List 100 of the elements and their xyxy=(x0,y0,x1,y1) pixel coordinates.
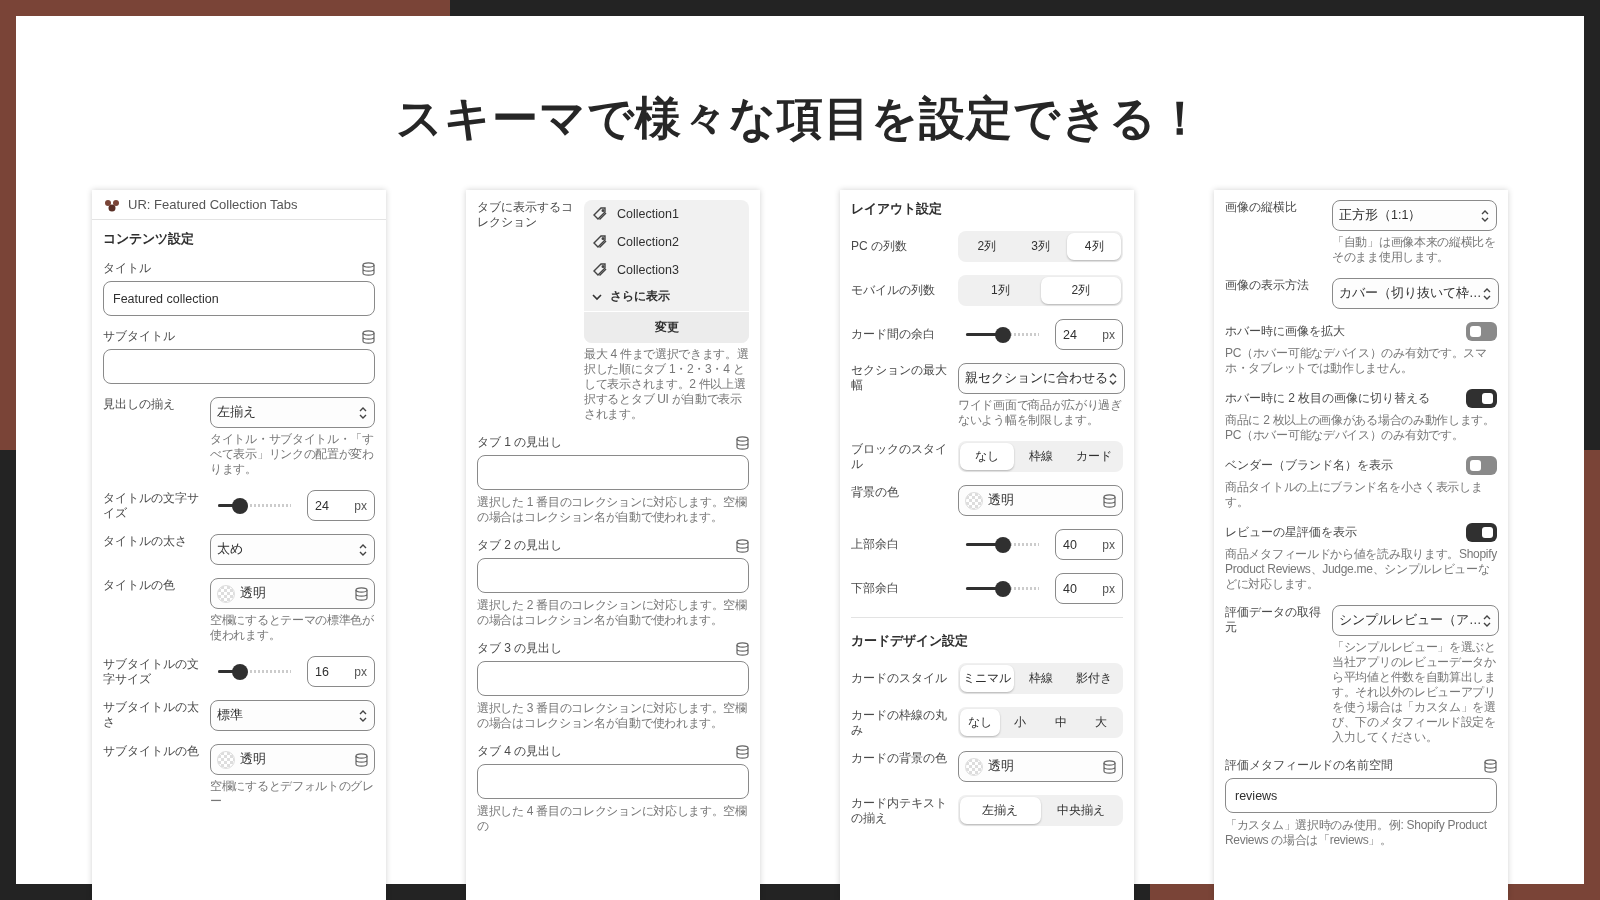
segment-option[interactable]: 2列 xyxy=(960,233,1014,260)
toggle-switch[interactable] xyxy=(1466,523,1497,542)
field-label: カードのスタイル xyxy=(851,671,948,686)
field-label: ホバー時に画像を拡大 xyxy=(1225,324,1345,339)
chevron-up-down-icon xyxy=(1481,286,1492,301)
chevron-up-down-icon xyxy=(358,708,368,723)
segment-option[interactable]: 3列 xyxy=(1013,233,1068,260)
select-field[interactable]: 左揃え xyxy=(210,397,375,428)
field-label: ベンダー（ブランド名）を表示 xyxy=(1225,458,1393,473)
help-text: 空欄にするとテーマの標準色が使われます。 xyxy=(210,613,375,643)
segment-option[interactable]: 左揃え xyxy=(960,797,1041,824)
help-text: タイトル・サブタイトル・「すべて表示」リンクの配置が変わります。 xyxy=(210,432,375,477)
color-field[interactable]: 透明 xyxy=(958,751,1123,782)
segment-option[interactable]: 影付き xyxy=(1067,665,1121,692)
field-label: タイトルの色 xyxy=(103,578,176,593)
help-text: 選択した 3 番目のコレクションに対応します。空欄の場合はコレクション名が自動で使われます。 xyxy=(477,701,748,731)
field-label: タイトル xyxy=(103,261,151,276)
text-field[interactable] xyxy=(477,455,749,490)
field-label: カード間の余白 xyxy=(851,327,936,342)
segment-option[interactable]: 枠線 xyxy=(1013,665,1068,692)
field-label: 下部余白 xyxy=(851,581,900,596)
field-label: 評価データの取得元 xyxy=(1225,605,1322,635)
database-icon xyxy=(736,641,749,656)
page-title: スキーマで様々な項目を設定できる！ xyxy=(396,91,1204,146)
slider-thumb[interactable] xyxy=(994,536,1011,553)
logo-icon xyxy=(104,197,120,212)
chevron-up-down-icon xyxy=(1480,208,1490,223)
toggle-switch[interactable] xyxy=(1466,322,1497,341)
database-icon xyxy=(1484,758,1497,773)
number-field[interactable]: 16 px xyxy=(307,656,375,687)
select-field[interactable]: シンプルレビュー（ア… xyxy=(1332,605,1499,636)
segment-option[interactable]: 小 xyxy=(1000,709,1041,736)
field-label: カードの枠線の丸み xyxy=(851,707,948,738)
number-field[interactable]: 40 px xyxy=(1055,529,1123,560)
chevron-up-down-icon xyxy=(358,405,368,420)
field-label: 評価メタフィールドの名前空間 xyxy=(1225,758,1393,773)
field-label: タイトルの文字サイズ xyxy=(103,490,200,521)
toggle-switch[interactable] xyxy=(1466,456,1497,475)
number-field[interactable]: 40 px xyxy=(1055,573,1123,604)
toggle-switch[interactable] xyxy=(1466,389,1497,408)
collection-name: Collection1 xyxy=(617,207,679,221)
change-button[interactable]: 変更 xyxy=(584,311,749,343)
help-text: 「カスタム」選択時のみ使用。例: Shopify Product Reviews の場合は「reviews」。 xyxy=(1225,818,1488,848)
database-icon xyxy=(736,538,749,553)
color-field[interactable]: 透明 xyxy=(210,744,375,775)
help-text: 選択した 2 番目のコレクションに対応します。空欄の場合はコレクション名が自動で使われます。 xyxy=(477,598,748,628)
field-label: セクションの最大幅 xyxy=(851,363,948,393)
database-icon xyxy=(362,329,375,344)
text-field[interactable] xyxy=(477,661,749,696)
segment-option[interactable]: なし xyxy=(960,709,1001,736)
number-field[interactable]: 24 px xyxy=(307,490,375,521)
database-icon xyxy=(1103,759,1116,774)
text-field[interactable] xyxy=(477,558,749,593)
field-label: モバイルの列数 xyxy=(851,283,936,298)
field-label: サブタイトルの太さ xyxy=(103,700,200,730)
collection-name: Collection3 xyxy=(617,263,679,277)
text-field[interactable]: Featured collection xyxy=(103,281,375,316)
show-more-button[interactable]: さらに表示 xyxy=(584,284,678,311)
help-text: 「シンプルレビュー」を選ぶと当社アプリのレビューデータから平均値と件数を自動算出します。それ以外のレビューアプリを使う場合は「カスタム」を選び、下のメタフィールド設定を入力してください。 xyxy=(1332,640,1497,745)
field-label: カードの背景の色 xyxy=(851,751,948,766)
section-heading: レイアウト設定 xyxy=(851,200,943,218)
segment-option[interactable]: ミニマル xyxy=(960,665,1014,692)
collection-name: Collection2 xyxy=(617,235,679,249)
slider-thumb[interactable] xyxy=(231,497,248,514)
text-field[interactable]: reviews xyxy=(1225,778,1497,813)
slider-thumb[interactable] xyxy=(994,326,1011,343)
number-field[interactable]: 24 px xyxy=(1055,319,1123,350)
select-field[interactable]: カバー（切り抜いて枠… xyxy=(1332,278,1499,309)
database-icon xyxy=(362,261,375,276)
select-field[interactable]: 親セクションに合わせる xyxy=(958,363,1125,394)
help-text: 商品タイトルの上にブランド名を小さく表示します。 xyxy=(1225,480,1484,510)
field-label: 見出しの揃え xyxy=(103,397,176,412)
tag-icon xyxy=(592,234,608,250)
text-field[interactable] xyxy=(477,764,749,799)
chevron-up-down-icon xyxy=(1481,613,1492,628)
help-text: 空欄にするとデフォルトのグレー xyxy=(210,779,375,809)
select-field[interactable]: 正方形（1:1） xyxy=(1332,200,1497,231)
help-text: ワイド画面で商品が広がり過ぎないよう幅を制限します。 xyxy=(958,398,1123,428)
segment-option[interactable]: なし xyxy=(960,443,1014,470)
select-field[interactable]: 標準 xyxy=(210,700,375,731)
segment-option[interactable]: 枠線 xyxy=(1013,443,1068,470)
segment-option[interactable]: 2列 xyxy=(1040,277,1121,304)
segment-option[interactable]: カード xyxy=(1067,443,1121,470)
slider-thumb[interactable] xyxy=(231,663,248,680)
help-text: 選択した 4 番目のコレクションに対応します。空欄の xyxy=(477,804,748,834)
segment-option[interactable]: 4列 xyxy=(1067,233,1121,260)
tag-icon xyxy=(592,206,608,222)
help-text: 最大 4 件まで選択できます。選択した順にタブ 1・2・3・4 として表示されます。2 件以上選択するとタブ UI が自動で表示されます。 xyxy=(584,347,749,422)
segment-option[interactable]: 中 xyxy=(1040,709,1081,736)
help-text: 商品メタフィールドから値を読み取ります。Shopify Product Reviews、Judge.me、シンプルレビューなどに対応します。 xyxy=(1225,547,1497,592)
slider-thumb[interactable] xyxy=(994,580,1011,597)
color-field[interactable]: 透明 xyxy=(958,485,1123,516)
text-field[interactable] xyxy=(103,349,375,384)
segment-option[interactable]: 中央揃え xyxy=(1040,797,1121,824)
segment-option[interactable]: 大 xyxy=(1080,709,1121,736)
select-field[interactable]: 太め xyxy=(210,534,375,565)
transparent-swatch-icon xyxy=(965,491,983,510)
color-field[interactable]: 透明 xyxy=(210,578,375,609)
segment-option[interactable]: 1列 xyxy=(960,277,1041,304)
field-label: タブ 3 の見出し xyxy=(477,641,563,656)
